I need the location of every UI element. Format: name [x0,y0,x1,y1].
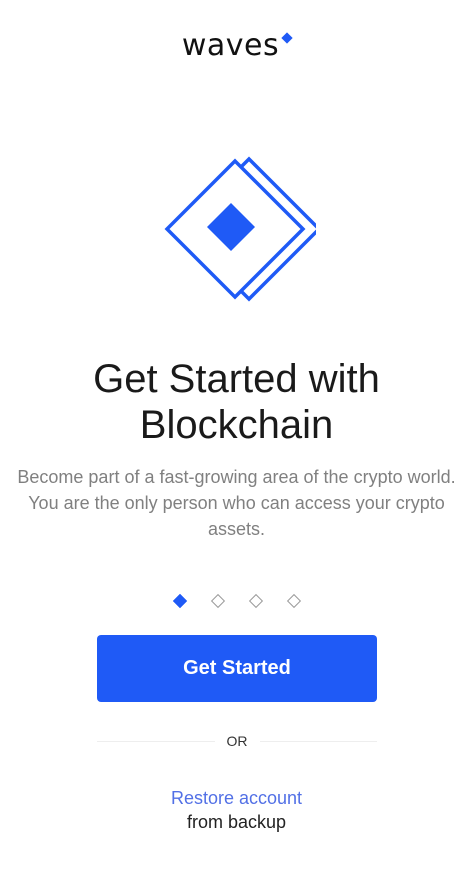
waves-logo: waves [0,26,473,66]
get-started-button[interactable]: Get Started [97,635,377,702]
logo-wordmark: waves [181,28,280,63]
logo-diamond-icon [281,32,293,44]
restore-section: Restore account from backup [0,786,473,834]
onboarding-screen: waves Get Started with Blockchain Become… [0,0,473,877]
pager-dot-1[interactable] [172,593,187,609]
restore-sub-label: from backup [186,812,287,832]
pager-dots [0,593,473,609]
or-divider: OR [97,730,377,752]
stacked-diamond-illustration [164,156,316,302]
divider-line-left [97,740,215,742]
pager-dot-4[interactable] [286,593,301,609]
page-description: Become part of a fast-growing area of th… [17,467,456,539]
pager-dot-2[interactable] [210,593,225,609]
divider-line-right [259,740,377,742]
page-title: Get Started with Blockchain [93,357,380,447]
pager-dot-3[interactable] [248,593,263,609]
divider-label: OR [226,733,248,749]
restore-account-link[interactable]: Restore account [0,786,473,810]
